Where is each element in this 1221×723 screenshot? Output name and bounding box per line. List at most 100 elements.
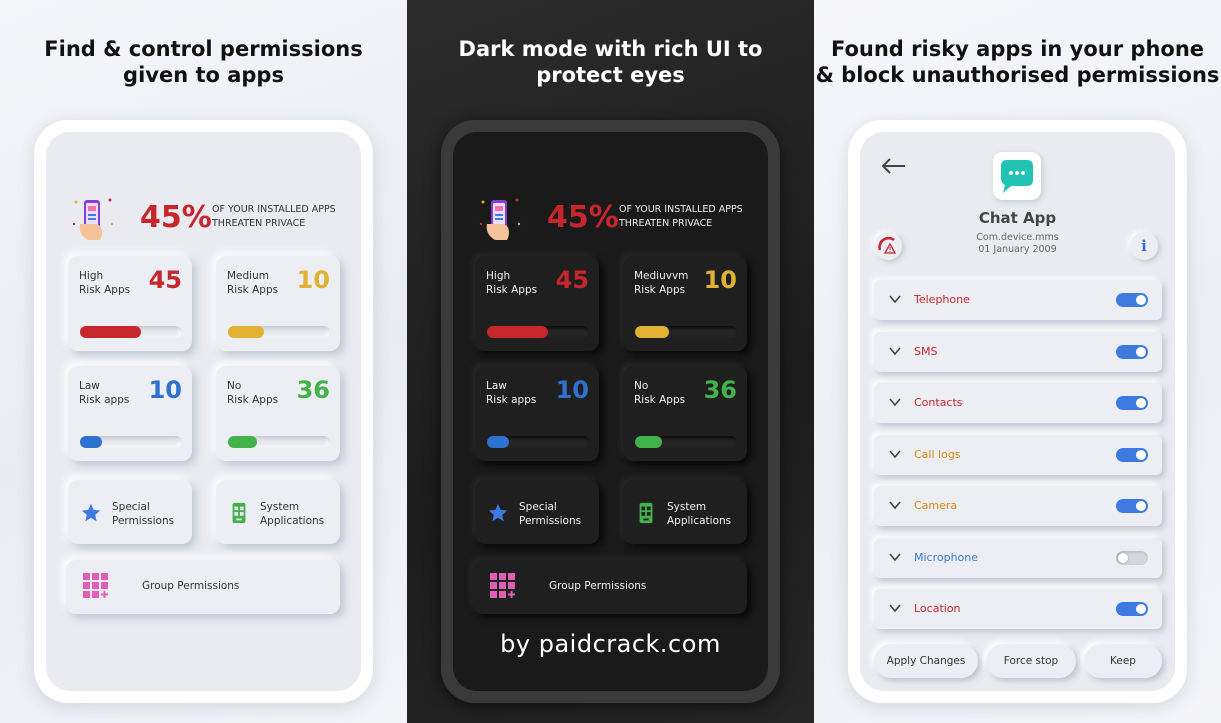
force-stop-button[interactable]: Force stop: [986, 644, 1076, 678]
high-risk-card[interactable]: High Risk Apps 45: [68, 256, 192, 351]
phone-screen: 45% OF YOUR INSTALLED APPS THREATEN PRIV…: [46, 132, 361, 691]
low-risk-card[interactable]: Law Risk apps 10: [475, 366, 599, 461]
permission-name: SMS: [914, 345, 938, 358]
card-label: No Risk Apps: [634, 380, 686, 406]
chevron-down-icon[interactable]: [888, 344, 902, 358]
toggle-knob: [1136, 295, 1146, 305]
chevron-down-icon[interactable]: [888, 395, 902, 409]
risk-progress-bar: [228, 436, 330, 448]
progress-fill: [487, 326, 549, 338]
permission-row-contacts[interactable]: Contacts: [874, 383, 1162, 423]
toggle-knob: [1136, 501, 1146, 511]
chevron-down-icon[interactable]: [888, 447, 902, 461]
grid-add-icon: [83, 573, 108, 598]
risk-progress-bar: [487, 436, 589, 448]
group-permissions-label: Group Permissions: [142, 580, 240, 592]
risk-progress-bar: [228, 326, 330, 338]
permission-row-telephone[interactable]: Telephone: [874, 280, 1162, 320]
group-permissions-button[interactable]: Group Permissions: [473, 560, 747, 614]
no-risk-card[interactable]: No Risk Apps 36: [623, 366, 747, 461]
chevron-down-icon[interactable]: [888, 601, 902, 615]
special-permissions-label: Special Permissions: [112, 501, 175, 527]
permission-toggle[interactable]: [1116, 602, 1148, 616]
progress-fill: [228, 326, 264, 338]
card-count: 10: [296, 266, 330, 294]
system-applications-button[interactable]: System Applications: [216, 480, 340, 544]
headline: Dark mode with rich UI to protect eyes: [458, 37, 763, 87]
progress-fill: [228, 436, 257, 448]
risk-summary-text: OF YOUR INSTALLED APPS THREATEN PRIVACE: [212, 204, 336, 229]
toggle-knob: [1136, 450, 1146, 460]
app-package-and-date: Com.device.mms 01 January 2009: [976, 232, 1059, 255]
risk-gauge-button[interactable]: [874, 232, 902, 260]
card-label: High Risk Apps: [79, 270, 131, 296]
group-permissions-button[interactable]: Group Permissions: [66, 560, 340, 614]
app-logo: [993, 152, 1041, 200]
permission-toggle[interactable]: [1116, 499, 1148, 513]
low-risk-card[interactable]: Law Risk apps 10: [68, 366, 192, 461]
permission-toggle[interactable]: [1116, 551, 1148, 565]
info-icon[interactable]: i: [1130, 232, 1158, 260]
permission-toggle[interactable]: [1116, 448, 1148, 462]
permission-row-location[interactable]: Location: [874, 589, 1162, 629]
keep-button[interactable]: Keep: [1084, 644, 1162, 678]
risk-progress-bar: [80, 436, 182, 448]
permission-toggle[interactable]: [1116, 345, 1148, 359]
system-applications-button[interactable]: System Applications: [623, 480, 747, 544]
card-label: Law Risk apps: [79, 380, 130, 406]
permission-name: Telephone: [914, 293, 970, 306]
card-count: 10: [555, 376, 589, 404]
card-count: 45: [148, 266, 182, 294]
permission-row-sms[interactable]: SMS: [874, 332, 1162, 372]
progress-fill: [80, 326, 142, 338]
card-count: 36: [703, 376, 737, 404]
special-permissions-button[interactable]: Special Permissions: [68, 480, 192, 544]
no-risk-card[interactable]: No Risk Apps 36: [216, 366, 340, 461]
permission-row-call-logs[interactable]: Call logs: [874, 435, 1162, 475]
promo-panel-app-detail: Found risky apps in your phone & block u…: [814, 0, 1221, 723]
promo-panel-light: Find & control permissions given to apps…: [0, 0, 407, 723]
permission-name: Microphone: [914, 551, 979, 564]
card-count: 10: [148, 376, 182, 404]
medium-risk-card[interactable]: Medium Risk Apps 10: [216, 256, 340, 351]
permission-name: Contacts: [914, 396, 963, 409]
permission-row-camera[interactable]: Camera: [874, 486, 1162, 526]
toggle-knob: [1118, 553, 1128, 563]
toggle-knob: [1136, 604, 1146, 614]
group-permissions-label: Group Permissions: [549, 580, 647, 592]
toggle-knob: [1136, 398, 1146, 408]
phone-screen: 45% OF YOUR INSTALLED APPS THREATEN PRIV…: [453, 132, 768, 691]
card-label: High Risk Apps: [486, 270, 538, 296]
grid-add-icon: [490, 573, 515, 598]
chevron-down-icon[interactable]: [888, 498, 902, 512]
risk-progress-bar: [635, 436, 737, 448]
chat-bubble-icon: [1001, 160, 1033, 193]
medium-risk-card[interactable]: Mediuvvm Risk Apps 10: [623, 256, 747, 351]
permission-toggle[interactable]: [1116, 396, 1148, 410]
headline: Found risky apps in your phone & block u…: [815, 37, 1220, 87]
card-count: 10: [703, 266, 737, 294]
system-applications-label: System Applications: [260, 501, 325, 527]
apply-changes-button[interactable]: Apply Changes: [874, 644, 978, 678]
back-arrow-icon[interactable]: [882, 158, 906, 174]
card-label: Law Risk apps: [486, 380, 537, 406]
phone-frame: 45% OF YOUR INSTALLED APPS THREATEN PRIV…: [34, 120, 373, 703]
permission-toggle[interactable]: [1116, 293, 1148, 307]
chevron-down-icon[interactable]: [888, 292, 902, 306]
progress-fill: [487, 436, 510, 448]
permission-row-microphone[interactable]: Microphone: [874, 538, 1162, 578]
phone-hand-illustration-icon: [479, 198, 521, 240]
progress-fill: [80, 436, 103, 448]
chevron-down-icon[interactable]: [888, 550, 902, 564]
special-permissions-button[interactable]: Special Permissions: [475, 480, 599, 544]
risk-summary: 45% OF YOUR INSTALLED APPS THREATEN PRIV…: [473, 194, 763, 244]
risk-warning-icon: [878, 236, 897, 254]
permission-name: Call logs: [914, 448, 961, 461]
high-risk-card[interactable]: High Risk Apps 45: [475, 256, 599, 351]
watermark: by paidcrack.com: [500, 630, 721, 658]
app-name: Chat App: [978, 209, 1057, 227]
risk-summary-text: OF YOUR INSTALLED APPS THREATEN PRIVACE: [619, 204, 743, 229]
risk-progress-bar: [487, 326, 589, 338]
card-count: 36: [296, 376, 330, 404]
phone-apps-icon: [639, 502, 653, 524]
